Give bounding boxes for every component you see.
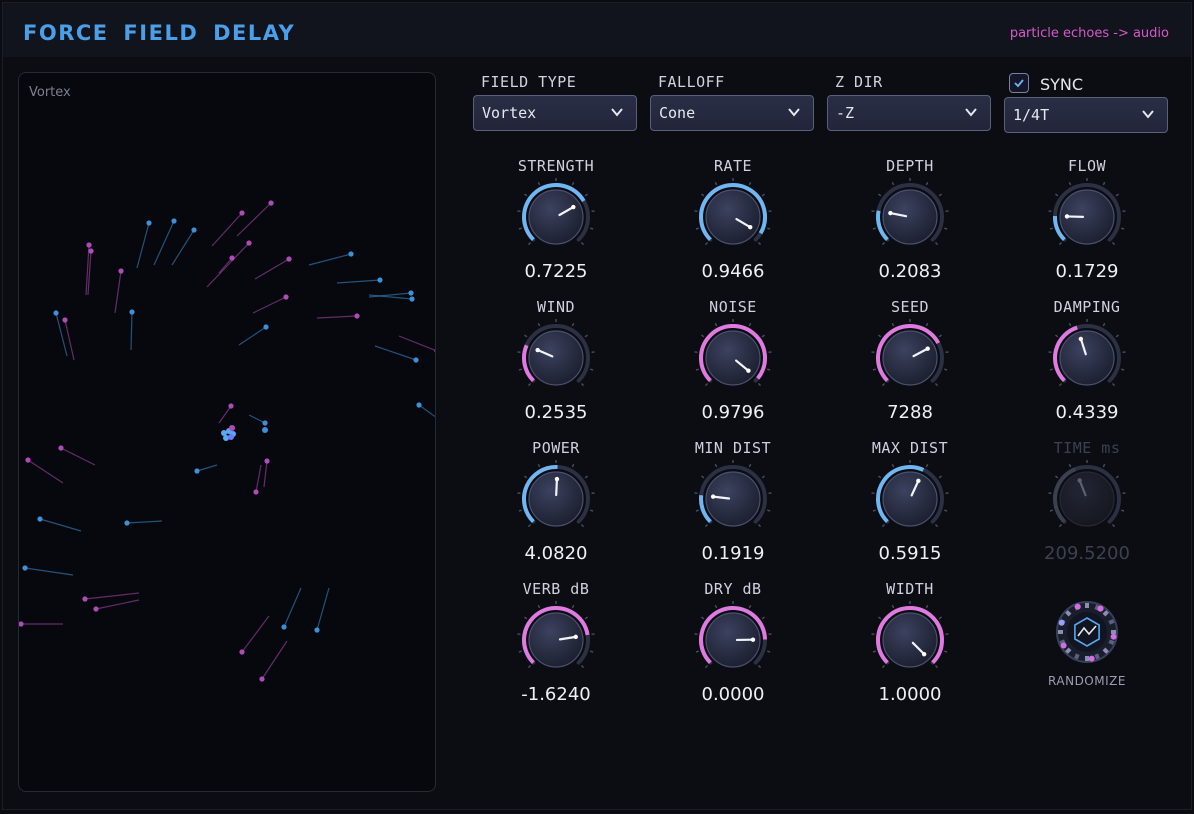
knob-dial[interactable] (870, 600, 950, 680)
knob-label: DEPTH (886, 157, 934, 175)
visualizer-mode-label: Vortex (29, 85, 71, 100)
knob-value: 0.9796 (701, 402, 765, 423)
knob-rate[interactable]: RATE 0.9466 (648, 157, 818, 298)
knob-label: POWER (532, 439, 580, 457)
knob-dry-db[interactable]: DRY dB 0.0000 (648, 580, 818, 721)
knob-dial[interactable] (1047, 459, 1127, 539)
knob-dial[interactable] (693, 177, 773, 257)
randomize-label: RANDOMIZE (1048, 674, 1126, 688)
knob-label: FLOW (1067, 157, 1107, 175)
knob-dial[interactable] (693, 318, 773, 398)
chevron-down-icon (788, 108, 800, 117)
sync-division-value: 1/4T (1013, 106, 1050, 124)
knob-label: DAMPING (1053, 298, 1121, 316)
knob-value: 4.0820 (524, 543, 588, 564)
sync-division-dropdown[interactable]: 1/4T (1004, 97, 1168, 133)
knob-dial[interactable] (516, 318, 596, 398)
falloff-value: Cone (659, 104, 696, 122)
knob-noise[interactable]: NOISE 0.9796 (648, 298, 818, 439)
knob-wind[interactable]: WIND 0.2535 (471, 298, 641, 439)
knob-label: TIME ms (1053, 439, 1121, 457)
knob-value: 1.0000 (878, 684, 942, 705)
field-type-label: FIELD TYPE (481, 73, 577, 91)
knob-dial[interactable] (693, 600, 773, 680)
chevron-down-icon (1142, 110, 1154, 119)
falloff-dropdown[interactable]: Cone (650, 95, 814, 131)
knob-min-dist[interactable]: MIN DIST 0.1919 (648, 439, 818, 580)
knob-damping[interactable]: DAMPING 0.4339 (1002, 298, 1172, 439)
knob-dial[interactable] (516, 459, 596, 539)
knob-max-dist[interactable]: MAX DIST 0.5915 (825, 439, 995, 580)
knob-value: 209.5200 (1044, 543, 1130, 564)
knob-value: 0.7225 (524, 261, 588, 282)
knob-dial[interactable] (870, 459, 950, 539)
knob-value: 0.1729 (1055, 261, 1119, 282)
particle-field (19, 200, 435, 682)
knob-time-ms: TIME ms 209.5200 (1002, 439, 1172, 580)
knob-label: VERB dB (522, 580, 590, 598)
knob-label: MIN DIST (694, 439, 772, 457)
checkmark-icon (1014, 79, 1024, 88)
knob-dial[interactable] (693, 459, 773, 539)
knob-dial[interactable] (516, 600, 596, 680)
knob-dial[interactable] (1047, 318, 1127, 398)
knob-value: 0.1919 (701, 543, 765, 564)
knob-value: 7288 (887, 402, 933, 423)
knob-label: RATE (713, 157, 753, 175)
knob-value: 0.2083 (878, 261, 942, 282)
z-dir-value: -Z (836, 104, 855, 122)
plugin-title: FORCE FIELD DELAY (23, 21, 296, 45)
sync-checkbox[interactable] (1009, 73, 1029, 93)
knob-depth[interactable]: DEPTH 0.2083 (825, 157, 995, 298)
knob-dial[interactable] (1047, 177, 1127, 257)
knob-flow[interactable]: FLOW 0.1729 (1002, 157, 1172, 298)
knob-label: WIDTH (886, 580, 934, 598)
knob-label: NOISE (709, 298, 757, 316)
falloff-label: FALLOFF (658, 73, 725, 91)
dice-randomize-icon (1056, 601, 1118, 663)
knob-value: 0.2535 (524, 402, 588, 423)
particle-visualizer[interactable]: Vortex (18, 72, 436, 792)
knob-value: 0.5915 (878, 543, 942, 564)
knob-value: 0.4339 (1055, 402, 1119, 423)
field-type-dropdown[interactable]: Vortex (473, 95, 637, 131)
z-dir-dropdown[interactable]: -Z (827, 95, 991, 131)
knob-verb-db[interactable]: VERB dB -1.6240 (471, 580, 641, 721)
z-dir-label: Z DIR (835, 73, 883, 91)
knob-dial[interactable] (516, 177, 596, 257)
header-bar: FORCE FIELD DELAY particle echoes -> aud… (3, 3, 1191, 57)
randomize-button[interactable]: RANDOMIZE (1046, 598, 1128, 694)
knob-label: STRENGTH (517, 157, 595, 175)
sync-label: SYNC (1040, 75, 1084, 94)
knob-label: MAX DIST (871, 439, 949, 457)
knob-width[interactable]: WIDTH 1.0000 (825, 580, 995, 721)
chevron-down-icon (611, 108, 623, 117)
plugin-subtitle: particle echoes -> audio (1009, 26, 1169, 41)
knob-value: -1.6240 (521, 684, 591, 705)
knob-label: DRY dB (704, 580, 762, 598)
knob-dial[interactable] (870, 177, 950, 257)
knob-dial[interactable] (870, 318, 950, 398)
knob-seed[interactable]: SEED 7288 (825, 298, 995, 439)
knob-power[interactable]: POWER 4.0820 (471, 439, 641, 580)
knob-value: 0.9466 (701, 261, 765, 282)
chevron-down-icon (965, 108, 977, 117)
knob-value: 0.0000 (701, 684, 765, 705)
knob-strength[interactable]: STRENGTH 0.7225 (471, 157, 641, 298)
field-type-value: Vortex (482, 104, 537, 122)
knob-label: SEED (890, 298, 930, 316)
knob-label: WIND (536, 298, 576, 316)
